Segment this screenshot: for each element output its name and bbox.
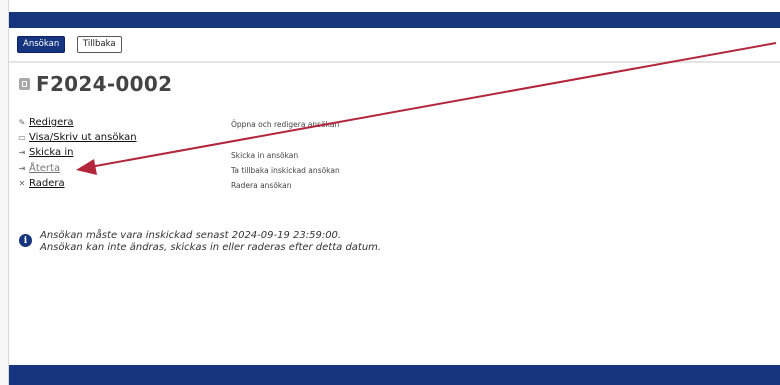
action-delete[interactable]: ✕ Radera [17, 178, 65, 189]
edit-description: Öppna och redigera ansökan [231, 120, 340, 129]
footer-bar [9, 365, 780, 385]
edit-icon: ✎ [18, 118, 26, 127]
edit-link[interactable]: Redigera [29, 117, 74, 128]
toolbar: Ansökan Tillbaka [9, 28, 780, 63]
app-frame: Ansökan Tillbaka F2024-0002 ✎ Redigera Ö… [8, 0, 780, 385]
withdraw-description: Ta tillbaka inskickad ansökan [231, 166, 340, 175]
action-submit[interactable]: ⇥ Skicka in [17, 147, 74, 158]
submit-description: Skicka in ansökan [231, 151, 299, 160]
withdraw-link[interactable]: Återta [29, 163, 60, 174]
action-withdraw[interactable]: ⇥ Återta [17, 163, 60, 174]
document-icon [19, 78, 30, 90]
delete-description: Radera ansökan [231, 181, 292, 190]
page-title: F2024-0002 [36, 72, 173, 96]
deadline-notice: i Ansökan måste vara inskickad senast 20… [19, 230, 381, 254]
notice-line-1: Ansökan måste vara inskickad senast 2024… [40, 230, 342, 241]
view-print-link[interactable]: Visa/Skriv ut ansökan [29, 132, 137, 143]
back-button[interactable]: Tillbaka [77, 36, 122, 53]
action-print[interactable]: ▭ Visa/Skriv ut ansökan [17, 132, 137, 143]
send-icon: ⇥ [18, 148, 26, 157]
delete-link[interactable]: Radera [29, 178, 65, 189]
action-edit[interactable]: ✎ Redigera [17, 117, 74, 128]
notice-text: Ansökan måste vara inskickad senast 2024… [40, 230, 381, 254]
title-row: F2024-0002 [19, 72, 172, 96]
delete-icon: ✕ [18, 179, 26, 188]
withdraw-icon: ⇥ [18, 164, 26, 173]
info-icon: i [19, 234, 32, 247]
notice-line-2: Ansökan kan inte ändras, skickas in elle… [40, 242, 382, 253]
header-bar [9, 12, 780, 28]
print-icon: ▭ [18, 133, 26, 142]
application-button[interactable]: Ansökan [17, 36, 66, 53]
submit-link[interactable]: Skicka in [29, 147, 73, 158]
top-spacer [9, 0, 780, 12]
